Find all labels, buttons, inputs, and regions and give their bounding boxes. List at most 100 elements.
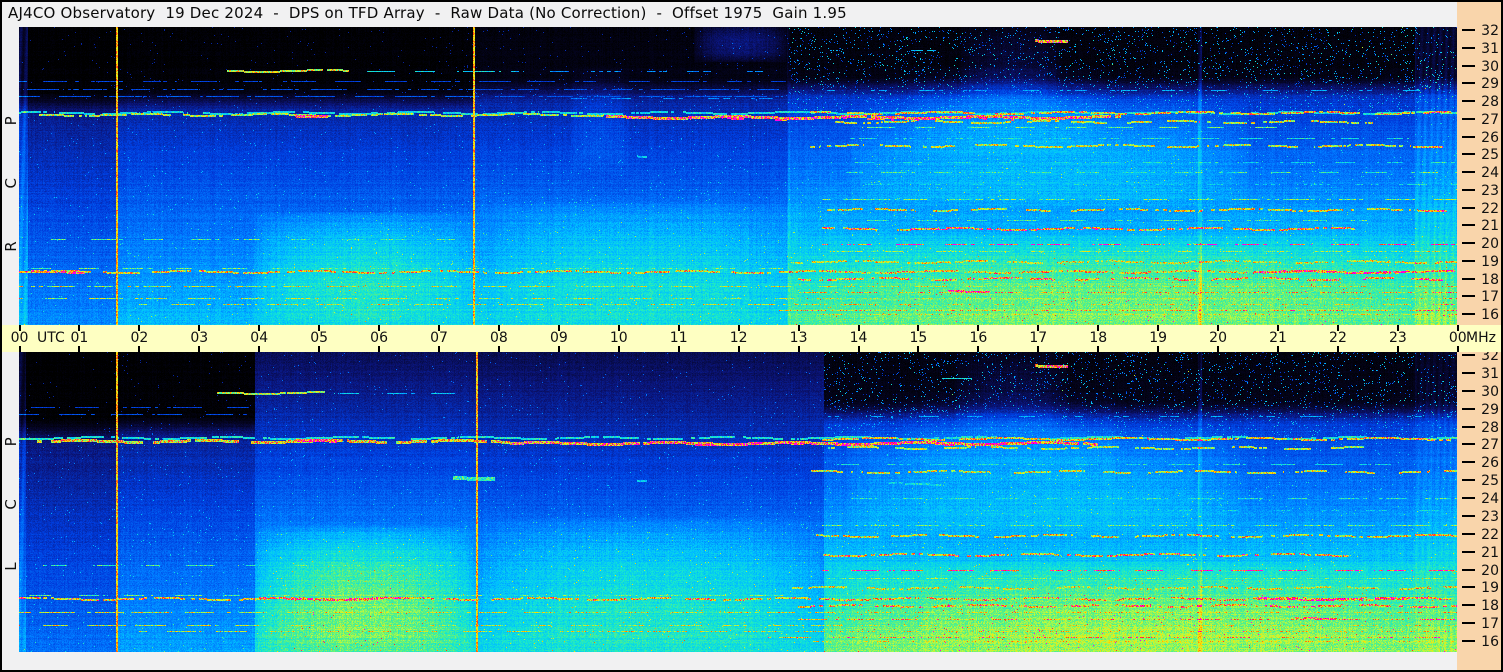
time-tick xyxy=(677,346,680,352)
time-tick xyxy=(917,346,920,352)
time-tick xyxy=(438,346,440,352)
time-axis-unit-utc: UTC xyxy=(37,330,65,346)
rcp-panel-label: R C P xyxy=(2,92,21,287)
time-tick-label: 18 xyxy=(1089,330,1108,346)
lcp-spectrogram xyxy=(19,352,1457,652)
freq-tick-lcp: 17 xyxy=(1457,616,1501,632)
freq-tick-rcp: 21 xyxy=(1457,218,1501,235)
freq-tick-mark xyxy=(1462,313,1475,315)
time-tick xyxy=(557,346,560,352)
freq-tick-mark xyxy=(1462,29,1475,31)
time-tick xyxy=(1277,346,1280,352)
freq-tick-rcp: 16 xyxy=(1457,307,1501,323)
freq-tick-rcp: 20 xyxy=(1457,236,1501,252)
time-tick xyxy=(1037,346,1040,352)
time-tick xyxy=(1396,346,1399,352)
freq-tick-label: 31 xyxy=(1481,365,1499,382)
freq-tick-rcp: 25 xyxy=(1457,147,1501,164)
time-tick xyxy=(977,346,980,352)
freq-tick-label: 20 xyxy=(1481,562,1499,579)
time-tick-label: 05 xyxy=(310,330,329,346)
freq-tick-label: 20 xyxy=(1481,236,1499,252)
freq-tick-label: 18 xyxy=(1481,598,1499,615)
time-tick-label: 00 xyxy=(1448,330,1467,346)
freq-tick-rcp: 27 xyxy=(1457,111,1501,128)
freq-tick-mark xyxy=(1462,242,1475,244)
freq-tick-mark xyxy=(1462,604,1475,607)
freq-tick-label: 25 xyxy=(1481,147,1499,164)
freq-tick-label: 29 xyxy=(1481,76,1499,93)
freq-tick-mark xyxy=(1462,100,1475,102)
freq-tick-mark xyxy=(1462,640,1475,642)
freq-tick-lcp: 24 xyxy=(1457,491,1501,507)
time-tick-label: 23 xyxy=(1388,330,1407,346)
freq-tick-label: 21 xyxy=(1481,218,1499,235)
freq-tick-label: 27 xyxy=(1481,111,1499,128)
freq-tick-rcp: 17 xyxy=(1457,289,1501,305)
freq-tick-rcp: 24 xyxy=(1457,165,1501,181)
freq-tick-mark xyxy=(1462,407,1475,410)
freq-tick-label: 30 xyxy=(1481,58,1499,75)
time-tick xyxy=(737,346,740,352)
freq-tick-label: 19 xyxy=(1481,253,1499,270)
freq-tick-mark xyxy=(1462,64,1475,67)
time-tick-label: 12 xyxy=(729,330,748,346)
freq-tick-mark xyxy=(1462,425,1475,428)
time-tick-label: 20 xyxy=(1209,330,1228,346)
freq-tick-lcp: 23 xyxy=(1457,509,1501,525)
freq-tick-mark xyxy=(1462,443,1475,446)
freq-tick-lcp: 30 xyxy=(1457,383,1501,400)
freq-tick-label: 18 xyxy=(1481,271,1499,288)
freq-tick-mark xyxy=(1462,171,1475,173)
freq-tick-mark xyxy=(1462,295,1475,298)
freq-tick-lcp: 19 xyxy=(1457,580,1501,596)
time-tick-label: 09 xyxy=(549,330,568,346)
freq-tick-lcp: 29 xyxy=(1457,402,1501,418)
time-tick-label: 17 xyxy=(1029,330,1048,346)
rcp-spectrogram xyxy=(19,27,1457,325)
time-tick xyxy=(1157,346,1160,352)
freq-tick-rcp: 31 xyxy=(1457,41,1501,57)
time-tick-label: 01 xyxy=(70,330,89,346)
freq-tick-mark xyxy=(1462,188,1475,191)
freq-tick-lcp: 25 xyxy=(1457,473,1501,489)
time-tick-label: 15 xyxy=(909,330,928,346)
spectrogram-window: AJ4CO Observatory 19 Dec 2024 - DPS on T… xyxy=(0,0,1503,672)
time-tick-label: 14 xyxy=(849,330,868,346)
freq-axis-unit-mhz: MHz xyxy=(1466,330,1496,346)
freq-tick-mark xyxy=(1462,497,1475,499)
time-tick-label: 04 xyxy=(250,330,269,346)
freq-tick-mark xyxy=(1462,622,1475,625)
time-tick xyxy=(797,346,800,352)
freq-tick-label: 24 xyxy=(1481,165,1499,181)
freq-tick-mark xyxy=(1462,550,1475,553)
time-tick xyxy=(1097,346,1100,352)
freq-tick-mark xyxy=(1462,277,1475,280)
freq-tick-rcp: 23 xyxy=(1457,182,1501,199)
time-tick xyxy=(617,346,620,352)
freq-tick-lcp: 31 xyxy=(1457,365,1501,382)
time-tick xyxy=(378,346,381,352)
freq-tick-lcp: 28 xyxy=(1457,420,1501,436)
time-tick xyxy=(138,346,141,352)
freq-tick-mark xyxy=(1462,117,1475,120)
freq-tick-lcp: 22 xyxy=(1457,527,1501,543)
freq-tick-label: 30 xyxy=(1481,383,1499,400)
time-tick xyxy=(318,346,321,352)
freq-tick-label: 27 xyxy=(1481,437,1499,454)
freq-tick-mark xyxy=(1462,46,1475,49)
freq-tick-rcp: 28 xyxy=(1457,94,1501,110)
freq-tick-mark xyxy=(1462,568,1475,571)
freq-tick-rcp: 18 xyxy=(1457,271,1501,288)
freq-tick-lcp: 20 xyxy=(1457,562,1501,579)
freq-tick-label: 16 xyxy=(1481,307,1499,323)
time-axis: 00 01 02 03 04 05 06 07 08 09 10 11 12 13 14 15 16 17 18 19… xyxy=(2,325,1501,352)
freq-tick-label: 16 xyxy=(1481,634,1499,650)
time-tick-label: 08 xyxy=(490,330,508,346)
freq-tick-label: 28 xyxy=(1481,94,1499,110)
freq-tick-label: 23 xyxy=(1481,182,1499,199)
time-tick xyxy=(18,346,21,352)
freq-tick-mark xyxy=(1462,586,1475,589)
freq-tick-mark xyxy=(1462,206,1475,209)
time-tick-label: 06 xyxy=(370,330,388,346)
